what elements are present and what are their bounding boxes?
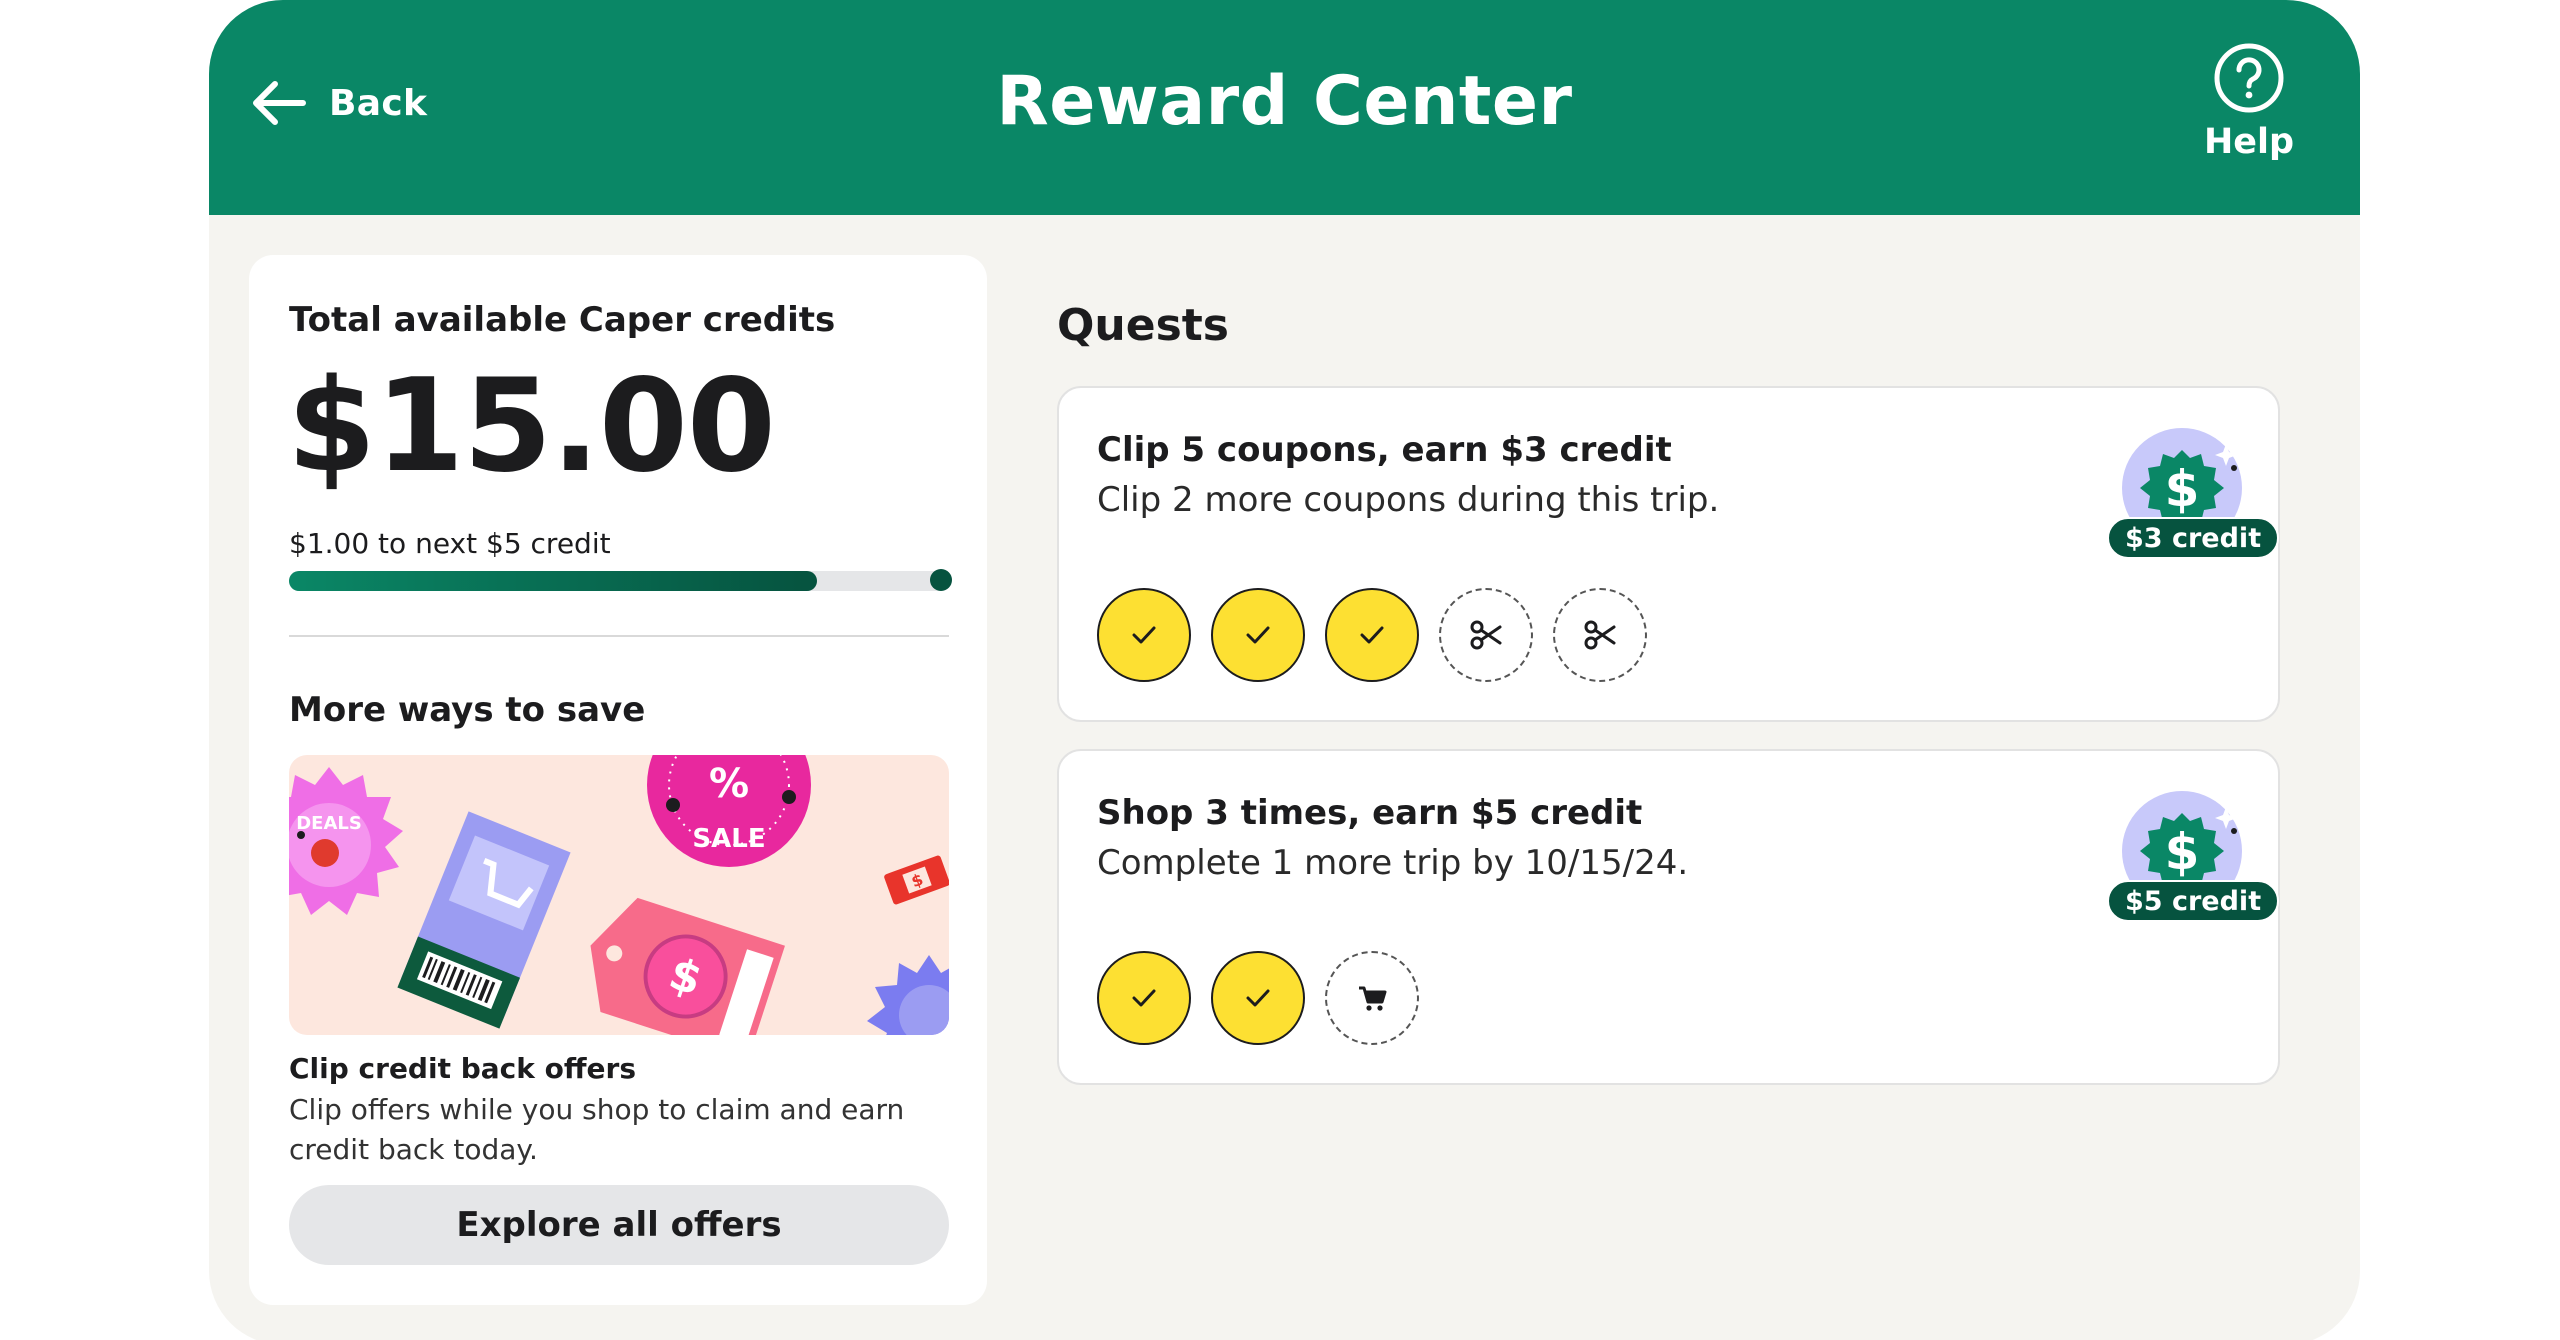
step-complete (1097, 588, 1191, 682)
offer-description: Clip offers while you shop to claim and … (289, 1093, 905, 1166)
price-tag-sticker: $ (590, 897, 785, 1035)
offers-banner-image: DEALS % SALE $ $ (289, 755, 949, 1035)
help-button[interactable]: Help (2194, 42, 2304, 162)
app-window: Back Reward Center Help Total available … (209, 0, 2360, 1340)
credit-badge: $ $5 credit (2089, 785, 2280, 935)
svg-text:SALE: SALE (692, 824, 765, 854)
svg-text:$: $ (2165, 823, 2200, 881)
credit-badge: $ $3 credit (2089, 422, 2280, 572)
next-credit-text: $1.00 to next $5 credit (289, 527, 611, 560)
cart-icon (1359, 986, 1387, 1011)
divider (289, 635, 949, 637)
burst-sticker (867, 955, 949, 1035)
credits-amount: $15.00 (287, 352, 776, 501)
credit-badge-label: $3 credit (2107, 517, 2280, 559)
quest-description: Clip 2 more coupons during this trip. (1097, 480, 1720, 520)
quests-heading: Quests (1057, 300, 1229, 351)
step-complete (1325, 588, 1419, 682)
scissors-icon (1584, 620, 1616, 650)
credit-progress-fill (289, 571, 817, 591)
quest-progress-steps (1097, 951, 1419, 1045)
offer-title: Clip credit back offers (289, 1052, 636, 1085)
sale-sticker: % SALE (647, 755, 811, 867)
quest-title: Shop 3 times, earn $5 credit (1097, 793, 1643, 833)
explore-all-offers-button[interactable]: Explore all offers (289, 1185, 949, 1265)
check-icon (1246, 626, 1270, 644)
step-complete (1097, 951, 1191, 1045)
step-complete (1211, 588, 1305, 682)
quest-card[interactable]: Shop 3 times, earn $5 credit Complete 1 … (1057, 749, 2280, 1085)
coupon-sticker (397, 811, 571, 1029)
check-icon (1360, 626, 1384, 644)
ticket-sticker: $ (884, 855, 949, 905)
quest-card[interactable]: Clip 5 coupons, earn $3 credit Clip 2 mo… (1057, 386, 2280, 722)
credits-card: Total available Caper credits $15.00 $1.… (249, 255, 987, 1305)
step-complete (1211, 951, 1305, 1045)
step-pending (1553, 588, 1647, 682)
quest-title: Clip 5 coupons, earn $3 credit (1097, 430, 1672, 470)
check-icon (1246, 989, 1270, 1007)
step-pending (1325, 951, 1419, 1045)
deals-sticker: DEALS (289, 767, 403, 915)
check-icon (1132, 989, 1156, 1007)
header-bar: Back Reward Center Help (209, 0, 2360, 215)
more-ways-heading: More ways to save (289, 690, 646, 730)
svg-text:%: % (709, 761, 749, 807)
credits-title: Total available Caper credits (289, 300, 836, 340)
page-title: Reward Center (996, 62, 1573, 141)
credit-progress-bar (289, 569, 952, 591)
svg-text:DEALS: DEALS (296, 813, 362, 834)
step-pending (1439, 588, 1533, 682)
svg-text:$: $ (2165, 460, 2200, 518)
question-circle-icon (2214, 43, 2284, 113)
credit-progress-end-dot (930, 569, 952, 591)
scissors-icon (1470, 620, 1502, 650)
help-label: Help (2203, 122, 2295, 162)
quest-description: Complete 1 more trip by 10/15/24. (1097, 843, 1689, 883)
quest-progress-steps (1097, 588, 1647, 682)
check-icon (1132, 626, 1156, 644)
credit-badge-label: $5 credit (2107, 880, 2280, 922)
